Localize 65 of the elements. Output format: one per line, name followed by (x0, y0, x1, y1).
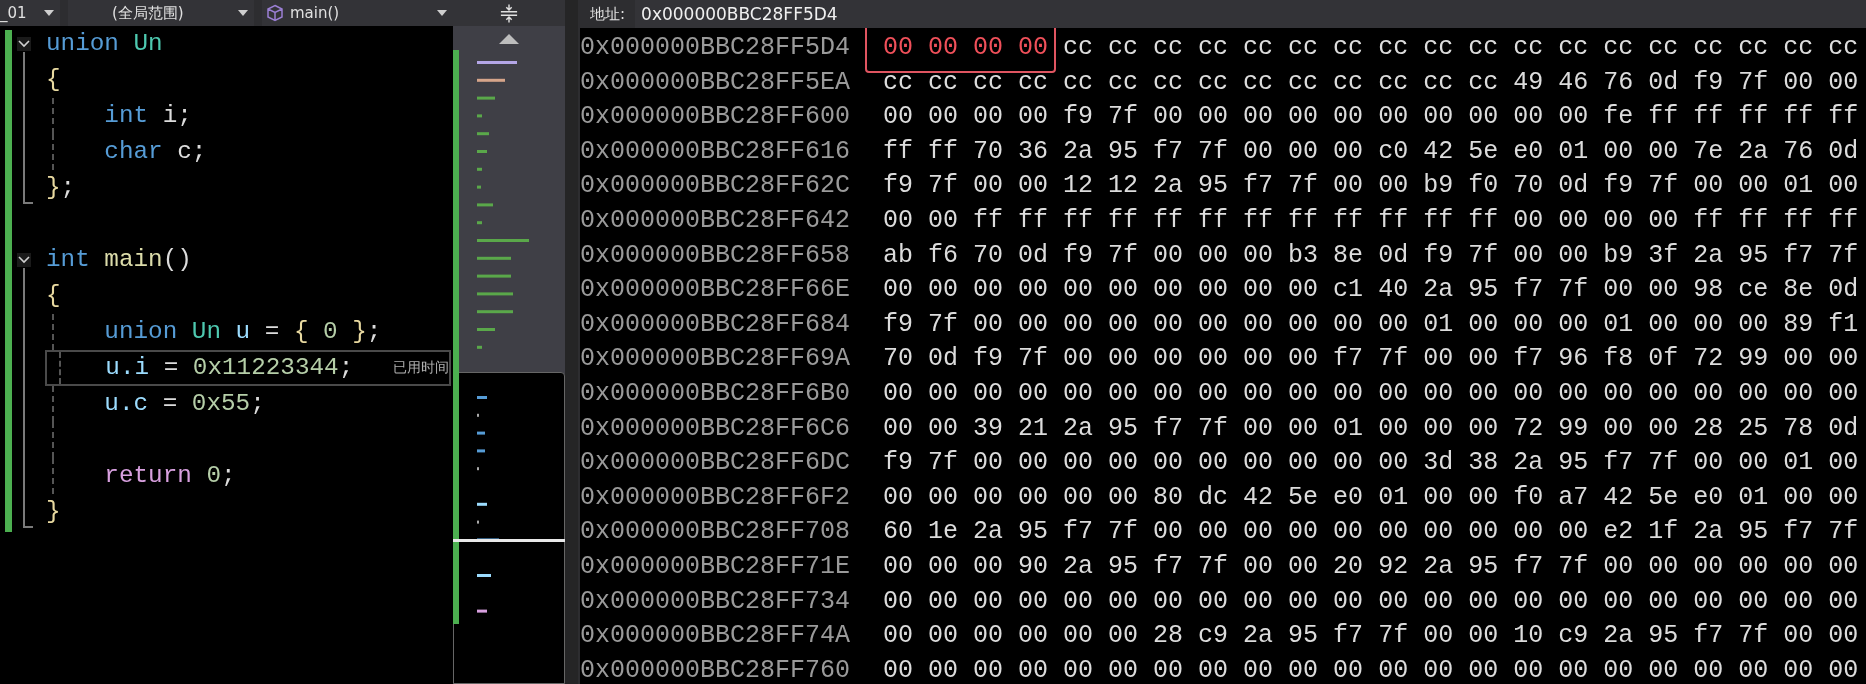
minimap-viewport[interactable] (453, 372, 565, 684)
caret-icon (437, 10, 447, 16)
memory-address: 0x000000BBC28FF62C (580, 170, 851, 203)
byte-values: 00 00 00 00 00 00 80 dc 42 5e e0 01 00 00 f0 a7 42 5e e0 01 00 00 (883, 482, 1859, 512)
memory-address: 0x000000BBC28FF66E (580, 274, 851, 307)
memory-address: 0x000000BBC28FF6C6 (580, 412, 851, 445)
memory-address: 0x000000BBC28FF69A (580, 343, 851, 376)
caret-icon (44, 10, 54, 16)
caret-icon (238, 10, 248, 16)
elapsed-time-hint: 已用时间 (393, 359, 449, 377)
memory-address: 0x000000BBC28FF760 (580, 654, 851, 684)
code-line: int main() (46, 245, 192, 275)
scope-dropdown[interactable]: (全局范围) (68, 0, 254, 26)
code-line: int i; (103, 101, 192, 131)
address-field[interactable]: 0x000000BBC28FF5D4 (635, 0, 1866, 28)
memory-address: 0x000000BBC28FF5D4 (580, 32, 851, 64)
code-line: union Un u = { 0 }; (103, 317, 382, 347)
code-line: { (46, 65, 61, 95)
code-line: union Un (46, 29, 163, 59)
code-line: u.c = 0x55; (103, 389, 265, 419)
byte-values: cc cc cc cc cc cc cc cc cc cc cc cc cc cc cc cc cc cc (1063, 33, 1859, 62)
byte-values: ff ff 70 36 2a 95 f7 7f 00 00 00 c0 42 5e e0 01 00 00 7e 2a 76 0d (883, 136, 1859, 166)
code-line: char c; (103, 137, 207, 167)
member-dropdown[interactable]: main() (262, 0, 453, 26)
scroll-up-icon[interactable] (499, 34, 519, 44)
byte-values: 00 00 00 90 2a 95 f7 7f 00 00 20 92 2a 95 f7 7f 00 00 00 00 00 00 (883, 551, 1859, 581)
byte-values: 00 00 00 00 f9 7f 00 00 00 00 00 00 00 00 00 00 fe ff ff ff ff ff (883, 102, 1859, 132)
memory-address: 0x000000BBC28FF5EA (580, 66, 851, 99)
byte-values: 00 00 00 00 00 00 00 00 00 00 c1 40 2a 95 f7 7f 00 00 98 ce 8e 0d (883, 275, 1859, 305)
byte-values: 00 00 00 00 00 00 00 00 00 00 00 00 00 00 00 00 00 00 00 00 00 00 (883, 378, 1859, 408)
byte-values: f9 7f 00 00 12 12 2a 95 f7 7f 00 00 b9 f0 70 0d f9 7f 00 00 01 00 (883, 171, 1859, 201)
memory-address: 0x000000BBC28FF6F2 (580, 481, 851, 514)
byte-values: 60 1e 2a 95 f7 7f 00 00 00 00 00 00 00 00 00 00 e2 1f 2a 95 f7 7f (883, 517, 1859, 547)
byte-values: 00 00 00 00 00 00 00 00 00 00 00 00 00 00 00 00 00 00 00 00 00 00 (883, 655, 1859, 684)
memory-address: 0x000000BBC28FF71E (580, 550, 851, 583)
splitter-icon[interactable] (500, 2, 518, 24)
code-line: { (46, 281, 61, 311)
fold-icon[interactable] (17, 37, 31, 51)
memory-address: 0x000000BBC28FF600 (580, 101, 851, 134)
memory-address: 0x000000BBC28FF6DC (580, 447, 851, 480)
memory-address: 0x000000BBC28FF642 (580, 204, 851, 237)
code-line: u.i = 0x11223344; (104, 353, 354, 383)
changed-bytes: 00 00 00 00 (865, 28, 1057, 73)
byte-values: 00 00 00 00 00 00 00 00 00 00 00 00 00 00 00 00 00 00 00 00 00 00 (883, 586, 1859, 616)
fold-icon[interactable] (17, 253, 31, 267)
memory-address: 0x000000BBC28FF658 (580, 239, 851, 272)
address-label: 地址: (590, 4, 626, 24)
memory-address: 0x000000BBC28FF74A (580, 620, 851, 653)
cube-icon (266, 4, 284, 22)
byte-values: ab f6 70 0d f9 7f 00 00 00 b3 8e 0d f9 7f 00 00 b9 3f 2a 95 f7 7f (883, 240, 1859, 270)
byte-values: 70 0d f9 7f 00 00 00 00 00 00 f7 7f 00 00 f7 96 f8 0f 72 99 00 00 (883, 344, 1859, 374)
byte-values: 00 00 39 21 2a 95 f7 7f 00 00 01 00 00 00 72 99 00 00 28 25 78 0d (883, 413, 1859, 443)
byte-values: 00 00 ff ff ff ff ff ff ff ff ff ff ff ff 00 00 00 00 ff ff ff ff (883, 205, 1859, 235)
memory-address: 0x000000BBC28FF708 (580, 516, 851, 549)
byte-values: f9 7f 00 00 00 00 00 00 00 00 00 00 3d 38 2a 95 f7 7f 00 00 01 00 (883, 448, 1859, 478)
memory-address: 0x000000BBC28FF734 (580, 585, 851, 618)
byte-values: 00 00 00 00 00 00 28 c9 2a 95 f7 7f 00 00 10 c9 2a 95 f7 7f 00 00 (883, 621, 1859, 651)
code-line: }; (46, 173, 76, 203)
byte-values: f9 7f 00 00 00 00 00 00 00 00 00 00 01 00 00 00 01 00 00 00 89 f1 (883, 309, 1859, 339)
code-line: } (46, 497, 61, 527)
memory-address: 0x000000BBC28FF616 (580, 135, 851, 168)
project-dropdown[interactable]: _01 (0, 0, 60, 26)
memory-address: 0x000000BBC28FF6B0 (580, 377, 851, 410)
memory-address: 0x000000BBC28FF684 (580, 308, 851, 341)
code-line: return 0; (103, 461, 236, 491)
